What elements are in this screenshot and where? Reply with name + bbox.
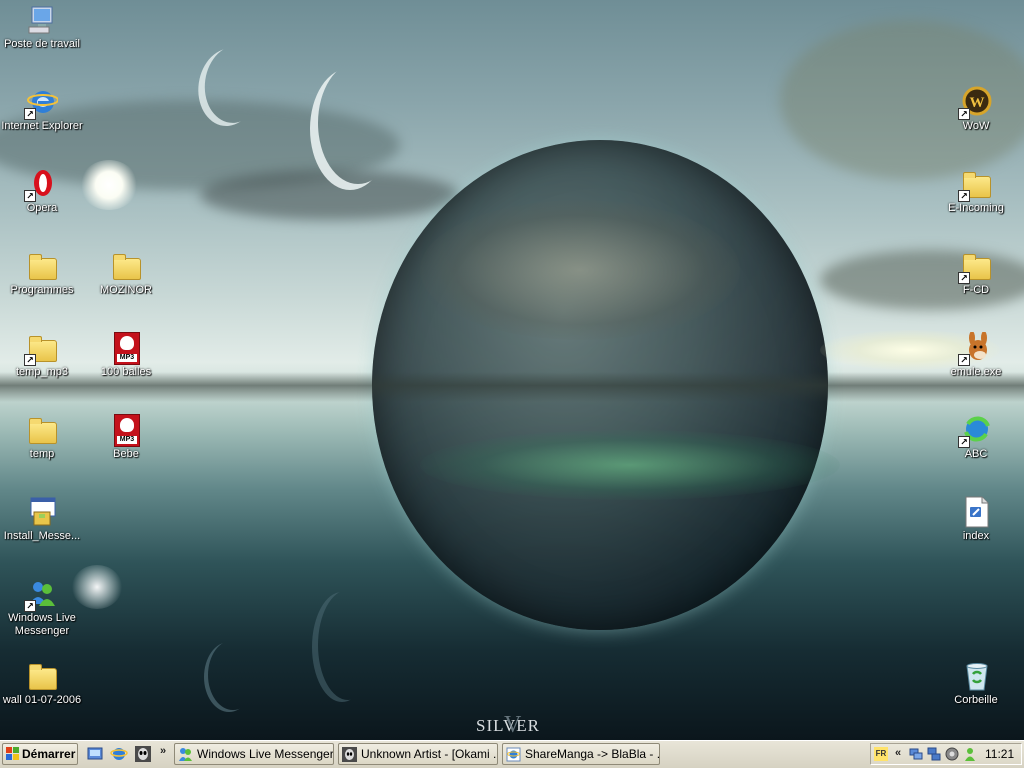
mp3-file-icon: MP3 [110, 414, 142, 447]
emule-icon: ↗ [958, 331, 992, 366]
wow-icon: W ↗ [958, 86, 992, 120]
svg-text:W: W [970, 95, 985, 111]
mp3-file-icon: MP3 [110, 332, 142, 365]
network-2-icon[interactable] [927, 747, 941, 761]
desktop-icon-temp[interactable]: temp [0, 414, 84, 461]
network-icon[interactable] [909, 747, 923, 761]
folder-icon [26, 414, 58, 446]
folder-icon [110, 250, 142, 282]
volume-icon[interactable] [945, 747, 959, 761]
desktop-icon-mozinor[interactable]: MOZINOR [84, 250, 168, 297]
taskbar: Démarrer » Windows Live Messenger Unknow… [0, 740, 1024, 768]
system-tray: FR « 11:21 [870, 743, 1022, 765]
messenger-status-icon[interactable] [963, 747, 977, 761]
language-indicator[interactable]: FR [874, 747, 888, 761]
desktop[interactable]: SILVER V Poste de travail ↗ Internet Expl… [0, 0, 1024, 740]
internet-explorer-icon[interactable] [110, 745, 128, 763]
folder-icon [26, 250, 58, 282]
task-label: ShareManga -> BlaBla - ... [525, 747, 660, 761]
sun-glow [80, 160, 138, 210]
my-computer-icon [26, 4, 58, 36]
desktop-icon-wall-01-07-2006[interactable]: wall 01-07-2006 [0, 660, 84, 707]
shortcut-arrow-icon: ↗ [24, 354, 36, 366]
text-file-icon [960, 496, 992, 528]
desktop-icon-bebe[interactable]: MP3 Bebe [84, 414, 168, 461]
abc-icon: ↗ [958, 414, 992, 448]
shortcut-arrow-icon: ↗ [958, 354, 970, 366]
desktop-icon-corbeille[interactable]: Corbeille [934, 660, 1018, 707]
desktop-icon-e-incoming[interactable]: ↗ E-Incoming [934, 168, 1018, 215]
moon-reflection [208, 640, 258, 710]
desktop-icon-install-messenger[interactable]: Install_Messe... [0, 496, 84, 543]
shortcut-arrow-icon: ↗ [958, 108, 970, 120]
ie-page-icon [506, 747, 521, 762]
desktop-icon-poste-de-travail[interactable]: Poste de travail [0, 4, 84, 51]
shortcut-arrow-icon: ↗ [24, 190, 36, 202]
folder-icon: ↗ [958, 168, 992, 202]
desktop-icon-internet-explorer[interactable]: ↗ Internet Explorer [0, 86, 84, 133]
water-reflection-glow [420, 430, 840, 500]
desktop-icon-temp-mp3[interactable]: ↗ temp_mp3 [0, 332, 84, 379]
show-desktop-icon[interactable] [86, 745, 104, 763]
shortcut-arrow-icon: ↗ [958, 436, 970, 448]
desktop-icon-wow[interactable]: W ↗ WoW [934, 86, 1018, 133]
desktop-icon-emule[interactable]: ↗ emule.exe [934, 331, 1018, 379]
installer-icon [26, 496, 58, 528]
planet-clouds [420, 200, 740, 340]
clock[interactable]: 11:21 [985, 744, 1014, 764]
messenger-icon: ↗ [24, 578, 58, 612]
start-button[interactable]: Démarrer [2, 743, 78, 765]
desktop-icon-opera[interactable]: ↗ Opera [0, 168, 84, 215]
alien-icon[interactable] [134, 745, 152, 763]
internet-explorer-icon: ↗ [24, 86, 59, 120]
start-label: Démarrer [22, 747, 76, 761]
wallpaper-signature: SILVER V [476, 712, 540, 738]
crescent-moon [318, 62, 398, 184]
taskbar-button-sharemanga[interactable]: ShareManga -> BlaBla - ... [502, 743, 660, 765]
folder-icon [26, 660, 58, 692]
taskbar-button-windows-live-messenger[interactable]: Windows Live Messenger [174, 743, 334, 765]
desktop-icon-index[interactable]: index [934, 496, 1018, 543]
folder-icon: ↗ [958, 250, 992, 284]
moon-reflection [318, 590, 378, 700]
shortcut-arrow-icon: ↗ [958, 272, 970, 284]
folder-icon: ↗ [24, 332, 58, 366]
shortcut-arrow-icon: ↗ [958, 190, 970, 202]
task-label: Unknown Artist - [Okami ... [361, 747, 498, 761]
desktop-icon-programmes[interactable]: Programmes [0, 250, 84, 297]
messenger-icon [179, 748, 192, 761]
taskbar-button-unknown-artist[interactable]: Unknown Artist - [Okami ... [338, 743, 498, 765]
alien-icon [342, 747, 357, 762]
desktop-icon-f-cd[interactable]: ↗ F-CD [934, 250, 1018, 297]
shortcut-arrow-icon: ↗ [24, 600, 36, 612]
shortcut-arrow-icon: ↗ [24, 108, 36, 120]
desktop-icon-abc[interactable]: ↗ ABC [934, 414, 1018, 461]
opera-icon: ↗ [24, 168, 58, 202]
task-label: Windows Live Messenger [197, 747, 334, 761]
desktop-icon-100-balles[interactable]: MP3 100 balles [84, 332, 168, 379]
desktop-icon-windows-live-messenger[interactable]: ↗ Windows Live Messenger [0, 578, 84, 638]
windows-flag-icon [6, 747, 19, 760]
cloud-band [200, 170, 460, 220]
tray-expand-chevron[interactable]: « [895, 747, 901, 759]
quick-launch-overflow-chevron[interactable]: » [160, 745, 166, 757]
recycle-bin-icon [960, 660, 992, 692]
